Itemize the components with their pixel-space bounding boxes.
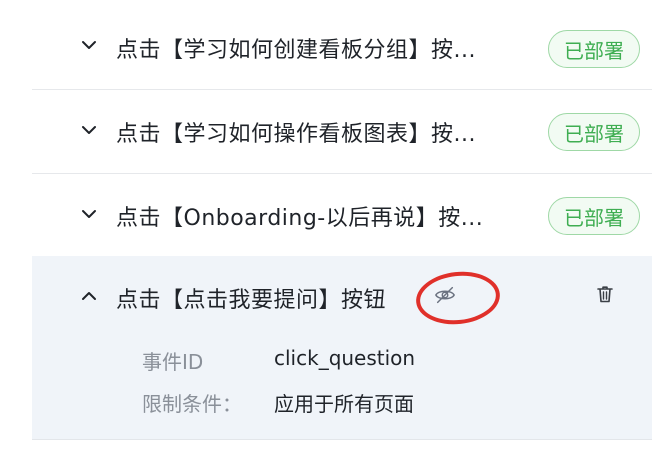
chevron-down-icon[interactable] [78,34,100,56]
status-badge: 已部署 [548,113,640,151]
event-title: 点击【学习如何创建看板分组】按... [116,38,476,63]
chevron-up-icon[interactable] [78,285,100,307]
annotation-circle [413,267,503,329]
event-id-value: click_question [274,346,416,370]
status-badge: 已部署 [548,30,640,68]
restriction-label: 限制条件： [142,392,242,416]
status-badge: 已部署 [548,197,640,235]
event-title: 点击【学习如何操作看板图表】按... [116,122,476,147]
trash-icon[interactable] [593,282,617,306]
list-item[interactable]: 点击【Onboarding-以后再说】按... 已部署 [32,174,652,258]
event-id-label: 事件ID [142,350,204,374]
list-item[interactable]: 点击【学习如何创建看板分组】按... 已部署 [32,0,652,90]
expanded-event-panel[interactable]: 点击【点击我要提问】按钮 事件ID click_question 限制条件： 应… [32,256,652,440]
chevron-down-icon[interactable] [78,203,100,225]
event-title: 点击【点击我要提问】按钮 [116,288,387,313]
event-title: 点击【Onboarding-以后再说】按... [116,206,484,231]
restriction-value: 应用于所有页面 [274,392,414,416]
event-list: 点击【学习如何创建看板分组】按... 已部署 点击【学习如何操作看板图表】按..… [32,0,652,440]
chevron-down-icon[interactable] [78,119,100,141]
list-item[interactable]: 点击【学习如何操作看板图表】按... 已部署 [32,90,652,174]
